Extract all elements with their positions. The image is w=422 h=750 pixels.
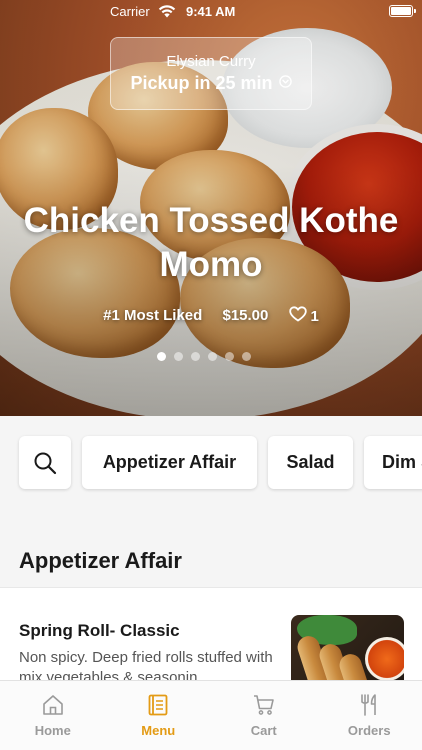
tab-menu-label: Menu (141, 723, 176, 738)
category-bar[interactable]: Appetizer Affair Salad Dim Sum (0, 416, 422, 512)
clock: 9:41 AM (186, 4, 236, 19)
featured-price: $15.00 (222, 306, 269, 324)
carousel-dot[interactable] (225, 352, 234, 361)
battery-icon (389, 5, 416, 17)
menu-book-icon (148, 694, 168, 716)
category-chip-salad[interactable]: Salad (268, 436, 353, 489)
category-chip-dim-sum[interactable]: Dim Sum (364, 436, 422, 489)
search-button[interactable] (19, 436, 71, 489)
search-icon (34, 452, 57, 475)
most-liked-badge: #1 Most Liked (103, 306, 203, 324)
carousel-dot[interactable] (208, 352, 217, 361)
menu-item-card[interactable]: Spring Roll- Classic Non spicy. Deep fri… (0, 587, 422, 705)
menu-item-name: Spring Roll- Classic (19, 621, 180, 640)
like-button[interactable]: 1 (288, 306, 319, 325)
status-bar: Carrier 9:41 AM (0, 0, 422, 24)
cart-icon (253, 695, 274, 715)
category-chip-appetizer-affair[interactable]: Appetizer Affair (82, 436, 257, 489)
carousel-dot[interactable] (191, 352, 200, 361)
tab-orders[interactable]: Orders (317, 681, 422, 750)
restaurant-name: Elysian Curry (166, 53, 256, 70)
tab-cart[interactable]: Cart (211, 681, 317, 750)
chevron-down-icon (278, 75, 292, 88)
pickup-selector[interactable]: Elysian Curry Pickup in 25 min (110, 37, 312, 110)
tab-menu[interactable]: Menu (106, 681, 212, 750)
tab-home[interactable]: Home (0, 681, 106, 750)
like-count: 1 (310, 307, 319, 325)
hero-banner[interactable]: Carrier 9:41 AM Elysian Curry Pickup in … (0, 0, 422, 416)
fork-knife-icon (361, 694, 377, 716)
carousel-dots (157, 352, 251, 361)
carousel-dot[interactable] (157, 352, 166, 361)
carousel-dot[interactable] (242, 352, 251, 361)
bottom-tab-bar: Home Menu Cart Orders (0, 680, 422, 750)
carrier-label: Carrier (110, 4, 150, 19)
heart-icon (288, 306, 307, 322)
pickup-time: Pickup in 25 min (130, 73, 273, 93)
tab-home-label: Home (34, 723, 71, 738)
tab-cart-label: Cart (250, 723, 277, 738)
wifi-icon (158, 5, 176, 18)
carousel-dot[interactable] (174, 352, 183, 361)
section-title: Appetizer Affair (19, 548, 182, 573)
featured-title: Chicken Tossed Kothe Momo (23, 201, 399, 284)
tab-orders-label: Orders (347, 723, 391, 738)
home-icon (42, 695, 63, 715)
featured-meta: #1 Most Liked $15.00 1 (0, 306, 422, 325)
